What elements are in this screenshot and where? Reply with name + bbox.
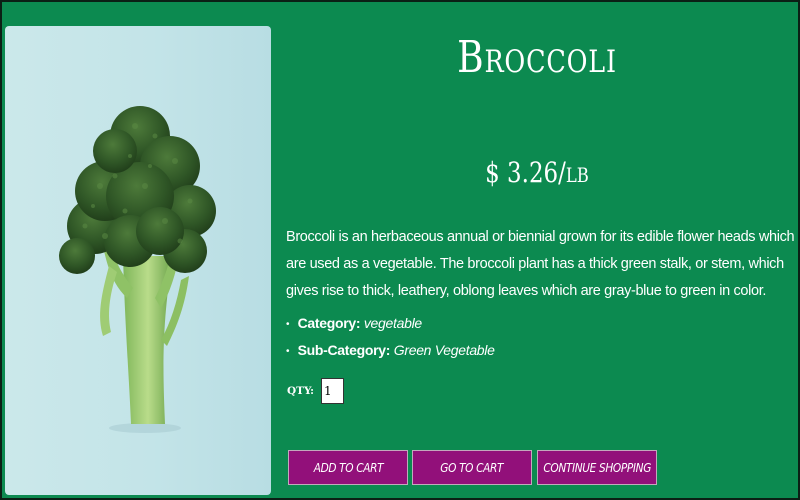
attribute-sub-category: • Sub-Category: Green Vegetable (286, 338, 495, 365)
bullet-icon: • (286, 319, 290, 330)
add-to-cart-label: Add to Cart (313, 460, 383, 475)
product-description: Broccoli is an herbaceous annual or bien… (286, 229, 795, 299)
product-page: Broccoli $ 3.26/lb Broccoli is an herbac… (0, 0, 800, 500)
category-label: Category: (297, 315, 361, 331)
continue-shopping-label: Continue Shopping (543, 460, 651, 475)
bullet-icon: • (286, 346, 290, 357)
continue-shopping-button[interactable]: Continue Shopping (537, 450, 657, 485)
go-to-cart-button[interactable]: Go to Cart (412, 450, 532, 485)
attribute-category: • Category: vegetable (286, 311, 495, 338)
broccoli-illustration (59, 106, 216, 433)
quantity-input[interactable] (321, 378, 345, 404)
product-attributes: • Category: vegetable • Sub-Category: Gr… (286, 311, 495, 365)
product-title: Broccoli (457, 32, 617, 83)
product-image (5, 26, 271, 495)
add-to-cart-button[interactable]: Add to Cart (288, 450, 408, 485)
category-value: vegetable (363, 315, 422, 331)
sub-category-value: Green Vegetable (393, 342, 495, 358)
go-to-cart-label: Go to Cart (440, 460, 504, 475)
quantity-label: QTY: (287, 385, 315, 397)
product-price: $ 3.26/lb (485, 156, 589, 189)
quantity-row: QTY: (287, 376, 345, 406)
sub-category-label: Sub-Category: (297, 342, 391, 358)
